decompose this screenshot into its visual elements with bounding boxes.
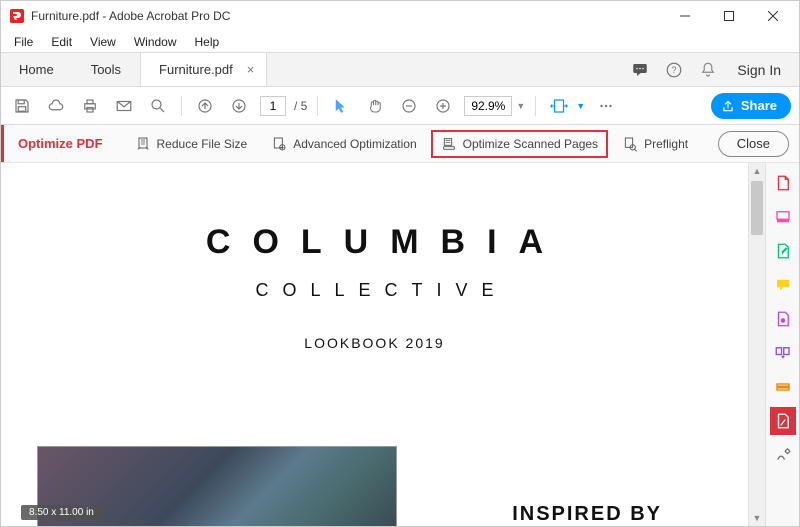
advanced-optimization-button[interactable]: Advanced Optimization: [263, 132, 424, 156]
fit-width-icon[interactable]: [546, 93, 572, 119]
document-pane[interactable]: COLUMBIA COLLECTIVE LOOKBOOK 2019 INSPIR…: [1, 163, 748, 526]
preflight-button[interactable]: Preflight: [614, 132, 696, 156]
select-tool-icon[interactable]: [328, 93, 354, 119]
tab-document-close-icon[interactable]: ×: [247, 62, 255, 77]
zoom-input[interactable]: [464, 96, 512, 116]
scroll-track[interactable]: [749, 179, 765, 510]
optimize-pdf-label: Optimize PDF: [1, 125, 127, 162]
reduce-file-size-label: Reduce File Size: [157, 137, 248, 151]
close-toolbar-button[interactable]: Close: [718, 131, 789, 157]
scroll-down-icon[interactable]: ▼: [749, 510, 765, 526]
share-button[interactable]: Share: [711, 93, 791, 119]
email-icon[interactable]: [111, 93, 137, 119]
reduce-file-size-button[interactable]: Reduce File Size: [127, 132, 256, 156]
menu-window[interactable]: Window: [125, 33, 186, 51]
hand-tool-icon[interactable]: [362, 93, 388, 119]
close-window-button[interactable]: [751, 2, 795, 30]
zoom-in-icon[interactable]: [430, 93, 456, 119]
advanced-optimization-icon: [271, 136, 287, 152]
help-icon[interactable]: ?: [659, 55, 689, 85]
document-lookbook: LOOKBOOK 2019: [17, 335, 732, 351]
scroll-up-icon[interactable]: ▲: [749, 163, 765, 179]
page-dimensions-label: 8.50 x 11.00 in: [21, 505, 102, 520]
sidebar-comment[interactable]: [770, 271, 796, 299]
app-icon: [9, 8, 25, 24]
document-inspired: INSPIRED BY: [512, 503, 662, 526]
menu-edit[interactable]: Edit: [42, 33, 81, 51]
tab-home[interactable]: Home: [1, 53, 73, 86]
vertical-scrollbar[interactable]: ▲ ▼: [748, 163, 765, 526]
reduce-file-size-icon: [135, 136, 151, 152]
document-page: COLUMBIA COLLECTIVE LOOKBOOK 2019 INSPIR…: [17, 163, 732, 526]
bell-icon[interactable]: [693, 55, 723, 85]
fit-dropdown-icon[interactable]: ▼: [576, 101, 585, 111]
preflight-icon: [622, 136, 638, 152]
tab-row: Home Tools Furniture.pdf × ? Sign In: [1, 53, 799, 87]
print-icon[interactable]: [77, 93, 103, 119]
sidebar-export-pdf[interactable]: [770, 203, 796, 231]
advanced-optimization-label: Advanced Optimization: [293, 137, 416, 151]
svg-text:?: ?: [672, 65, 677, 75]
sidebar-optimize[interactable]: [770, 407, 796, 435]
menu-help[interactable]: Help: [186, 33, 229, 51]
tools-sidebar: [765, 163, 799, 526]
zoom-out-icon[interactable]: [396, 93, 422, 119]
optimize-toolbar: Optimize PDF Reduce File Size Advanced O…: [1, 125, 799, 163]
sidebar-fill-sign[interactable]: [770, 441, 796, 469]
page-number-input[interactable]: [260, 96, 286, 116]
page-total-label: / 5: [294, 99, 307, 113]
optimize-scanned-pages-icon: [441, 136, 457, 152]
toolbar: / 5 ▼ ▼ Share: [1, 87, 799, 125]
share-icon: [721, 99, 735, 113]
tab-tools[interactable]: Tools: [73, 53, 140, 86]
sidebar-organize[interactable]: [770, 339, 796, 367]
title-bar: Furniture.pdf - Adobe Acrobat Pro DC: [1, 1, 799, 31]
optimize-scanned-pages-button[interactable]: Optimize Scanned Pages: [433, 132, 606, 156]
optimize-scanned-pages-label: Optimize Scanned Pages: [463, 137, 598, 151]
tab-document-label: Furniture.pdf: [159, 62, 233, 77]
chat-icon[interactable]: [625, 55, 655, 85]
sidebar-redact[interactable]: [770, 373, 796, 401]
menu-file[interactable]: File: [5, 33, 42, 51]
menu-bar: File Edit View Window Help: [1, 31, 799, 53]
share-label: Share: [741, 98, 777, 113]
sidebar-create-pdf[interactable]: [770, 169, 796, 197]
sidebar-combine[interactable]: [770, 305, 796, 333]
document-heading: COLUMBIA: [17, 223, 732, 262]
maximize-button[interactable]: [707, 2, 751, 30]
window-title: Furniture.pdf - Adobe Acrobat Pro DC: [31, 9, 230, 23]
menu-view[interactable]: View: [81, 33, 125, 51]
preflight-label: Preflight: [644, 137, 688, 151]
cloud-icon[interactable]: [43, 93, 69, 119]
save-icon[interactable]: [9, 93, 35, 119]
sign-in-button[interactable]: Sign In: [727, 62, 791, 78]
document-subheading: COLLECTIVE: [17, 280, 732, 301]
page-down-icon[interactable]: [226, 93, 252, 119]
scroll-thumb[interactable]: [751, 181, 763, 235]
more-icon[interactable]: [593, 93, 619, 119]
page-up-icon[interactable]: [192, 93, 218, 119]
tab-document[interactable]: Furniture.pdf ×: [140, 53, 267, 86]
minimize-button[interactable]: [663, 2, 707, 30]
sidebar-edit-pdf[interactable]: [770, 237, 796, 265]
search-icon[interactable]: [145, 93, 171, 119]
zoom-dropdown-icon[interactable]: ▼: [516, 101, 525, 111]
